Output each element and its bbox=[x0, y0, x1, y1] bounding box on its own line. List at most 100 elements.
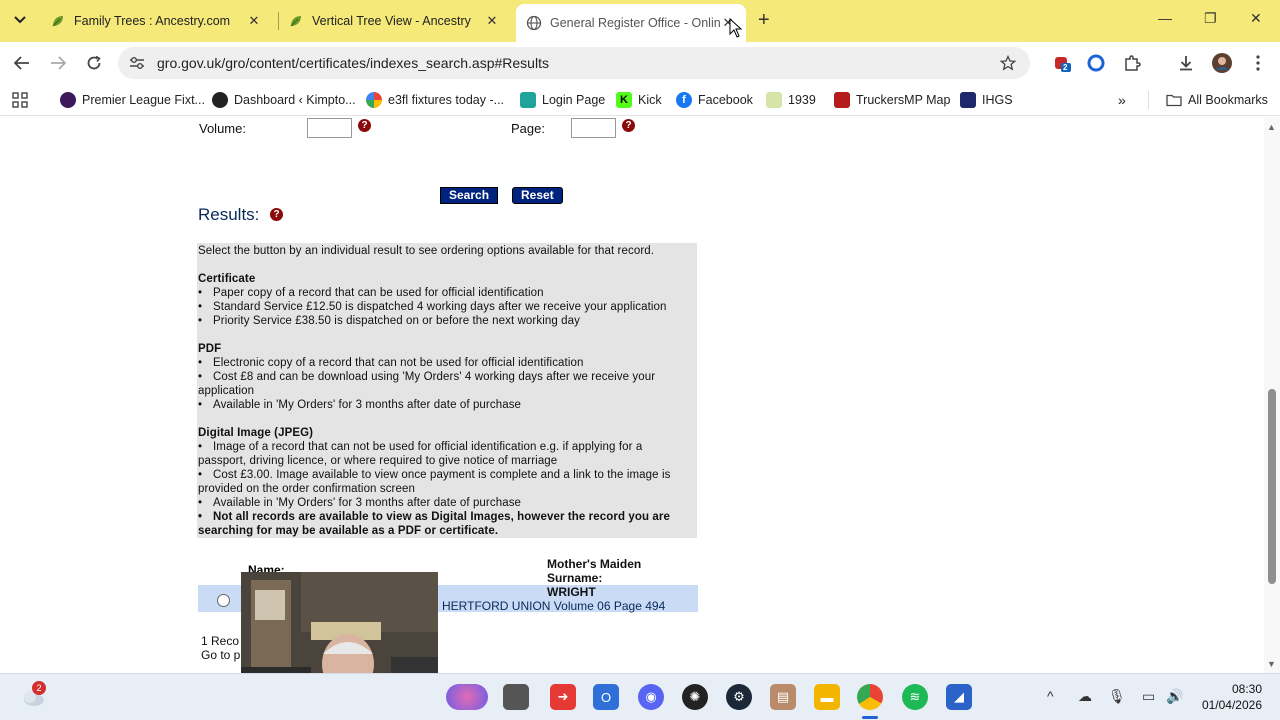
tab-ancestry-family-trees[interactable]: Family Trees : Ancestry.com ✕ bbox=[40, 6, 272, 36]
tab-title: Vertical Tree View - Ancestry bbox=[312, 14, 471, 28]
more-bookmarks-icon[interactable]: » bbox=[1118, 92, 1126, 108]
digital-item: Available in 'My Orders' for 3 months af… bbox=[213, 497, 522, 509]
word-app-icon[interactable]: ◢ bbox=[946, 684, 972, 710]
all-bookmarks[interactable]: All Bookmarks bbox=[1166, 92, 1268, 108]
address-bar[interactable]: gro.gov.uk/gro/content/certificates/inde… bbox=[118, 47, 1030, 79]
forward-icon[interactable] bbox=[48, 53, 68, 73]
task-view-icon[interactable] bbox=[503, 684, 529, 710]
browser-toolbar: gro.gov.uk/gro/content/certificates/inde… bbox=[0, 42, 1280, 84]
bookmark-ihgs[interactable]: IHGS bbox=[960, 92, 1013, 108]
new-tab-button[interactable]: + bbox=[758, 10, 770, 30]
volume-input[interactable] bbox=[307, 118, 352, 138]
column-header-line: Surname: bbox=[547, 571, 603, 585]
bookmark-label: TruckersMP Map bbox=[856, 93, 951, 107]
tab-search-button[interactable] bbox=[8, 8, 32, 32]
bookmark-premier-league[interactable]: Premier League Fixt... bbox=[60, 92, 205, 108]
close-tab-icon[interactable]: ✕ bbox=[246, 13, 262, 29]
truckersmp-icon bbox=[834, 92, 850, 108]
bookmark-facebook[interactable]: f Facebook bbox=[676, 92, 753, 108]
mic-icon[interactable]: 🎙 bbox=[1108, 688, 1126, 705]
back-icon[interactable] bbox=[12, 53, 32, 73]
apps-grid-icon[interactable] bbox=[10, 90, 30, 110]
minimize-icon[interactable]: — bbox=[1158, 10, 1172, 26]
volume-icon[interactable]: 🔊 bbox=[1166, 688, 1183, 705]
column-header-mothers-maiden-surname: Mother's Maiden Surname: bbox=[547, 557, 641, 585]
bookmark-dashboard[interactable]: Dashboard ‹ Kimpto... bbox=[212, 92, 356, 108]
volume-help-icon[interactable]: ? bbox=[358, 119, 371, 132]
reload-icon[interactable] bbox=[84, 53, 104, 73]
show-hidden-icons[interactable]: ^ bbox=[1047, 688, 1054, 704]
onedrive-icon[interactable]: ☁ bbox=[1078, 688, 1092, 705]
results-heading: Results: bbox=[198, 205, 260, 224]
page-input[interactable] bbox=[571, 118, 616, 138]
chrome-active-indicator bbox=[862, 716, 878, 719]
page-scrollbar[interactable]: ▲ ▼ bbox=[1264, 117, 1280, 673]
network-icon[interactable]: ▭ bbox=[1142, 688, 1155, 705]
bookmark-truckersmp[interactable]: TruckersMP Map bbox=[834, 92, 950, 108]
tab-title: Family Trees : Ancestry.com bbox=[74, 14, 231, 28]
tab-ancestry-vertical-tree[interactable]: Vertical Tree View - Ancestry ✕ bbox=[278, 6, 510, 36]
bookmark-star-icon[interactable] bbox=[998, 53, 1018, 73]
page-help-icon[interactable]: ? bbox=[622, 119, 635, 132]
digital-item-note: Not all records are available to view as… bbox=[213, 511, 670, 523]
chrome-icon[interactable] bbox=[857, 684, 883, 710]
result-mothers-surname: WRIGHT bbox=[547, 585, 596, 599]
pdf-item-continued: application bbox=[198, 385, 255, 397]
steam-icon[interactable]: ⚙ bbox=[726, 684, 752, 710]
search-button[interactable]: Search bbox=[440, 187, 499, 204]
bookmark-label: Premier League Fixt... bbox=[82, 93, 205, 107]
bullet: • bbox=[198, 287, 203, 299]
result-district: HERTFORD UNION bbox=[442, 599, 551, 613]
bookmark-kick[interactable]: K Kick bbox=[616, 92, 662, 108]
bookmark-e3fl[interactable]: e3fl fixtures today -... bbox=[366, 92, 504, 108]
file-explorer-icon[interactable]: ▬ bbox=[814, 684, 840, 710]
spotify-icon[interactable]: ≋ bbox=[902, 684, 928, 710]
digital-item-continued: passport, driving licence, or where requ… bbox=[198, 455, 558, 467]
scroll-up-icon[interactable]: ▲ bbox=[1267, 122, 1276, 132]
info-intro: Select the button by an individual resul… bbox=[198, 245, 655, 257]
kick-icon: K bbox=[616, 92, 632, 108]
system-clock[interactable]: 08:30 01/04/2026 bbox=[1202, 681, 1262, 713]
results-help-icon[interactable]: ? bbox=[270, 208, 283, 221]
chatgpt-icon[interactable]: ✺ bbox=[682, 684, 708, 710]
discord-icon[interactable]: ◉ bbox=[638, 684, 664, 710]
windows-taskbar: 2 ➜ O ◉ ✺ ⚙ ▤ ▬ ≋ ◢ ^ ☁ 🎙 ▭ 🔊 08:30 01/0… bbox=[0, 673, 1280, 720]
pdf-heading: PDF bbox=[198, 343, 222, 355]
extensions-puzzle-icon[interactable] bbox=[1122, 53, 1142, 73]
extension-ring-icon[interactable] bbox=[1086, 53, 1106, 73]
game-app-icon[interactable] bbox=[446, 684, 488, 710]
bookmark-1939[interactable]: 1939 bbox=[766, 92, 816, 108]
bullet: • bbox=[198, 441, 203, 453]
scrollbar-thumb[interactable] bbox=[1268, 389, 1276, 584]
notification-badge: 2 bbox=[32, 681, 46, 695]
menu-kebab-icon[interactable] bbox=[1248, 53, 1268, 73]
all-bookmarks-label: All Bookmarks bbox=[1188, 93, 1268, 107]
app-red-arrow-icon[interactable]: ➜ bbox=[550, 684, 576, 710]
bookmark-label: Dashboard ‹ Kimpto... bbox=[234, 93, 356, 107]
bookmark-login-page[interactable]: Login Page bbox=[520, 92, 605, 108]
bookmark-label: e3fl fixtures today -... bbox=[388, 93, 505, 107]
bookmark-label: Login Page bbox=[542, 93, 606, 107]
outlook-icon[interactable]: O bbox=[593, 684, 619, 710]
close-window-icon[interactable]: ✕ bbox=[1250, 10, 1262, 27]
tab-gro-active[interactable]: General Register Office - Online ✕ bbox=[516, 4, 746, 42]
restore-icon[interactable]: ❐ bbox=[1204, 10, 1217, 27]
1939-icon bbox=[766, 92, 782, 108]
digital-item: Image of a record that can not be used f… bbox=[213, 441, 643, 453]
goto-page-text: Go to p bbox=[201, 648, 241, 662]
extension-badge: 2 bbox=[1063, 63, 1068, 72]
download-icon[interactable] bbox=[1176, 53, 1196, 73]
clock-time: 08:30 bbox=[1231, 682, 1262, 696]
truck-game-icon[interactable]: ▤ bbox=[770, 684, 796, 710]
volume-label: Volume: bbox=[199, 121, 246, 136]
page-label: Page: bbox=[511, 121, 545, 136]
close-tab-icon[interactable]: ✕ bbox=[484, 13, 500, 29]
reset-button[interactable]: Reset bbox=[512, 187, 563, 204]
scroll-down-icon[interactable]: ▼ bbox=[1267, 659, 1276, 669]
tab-strip: Family Trees : Ancestry.com ✕ Vertical T… bbox=[0, 0, 1280, 42]
bullet: • bbox=[198, 469, 203, 481]
profile-avatar[interactable] bbox=[1212, 53, 1232, 73]
extension-shield-icon[interactable]: 2 bbox=[1052, 53, 1072, 73]
site-info-icon[interactable] bbox=[127, 53, 147, 73]
result-select-radio[interactable] bbox=[217, 594, 230, 607]
